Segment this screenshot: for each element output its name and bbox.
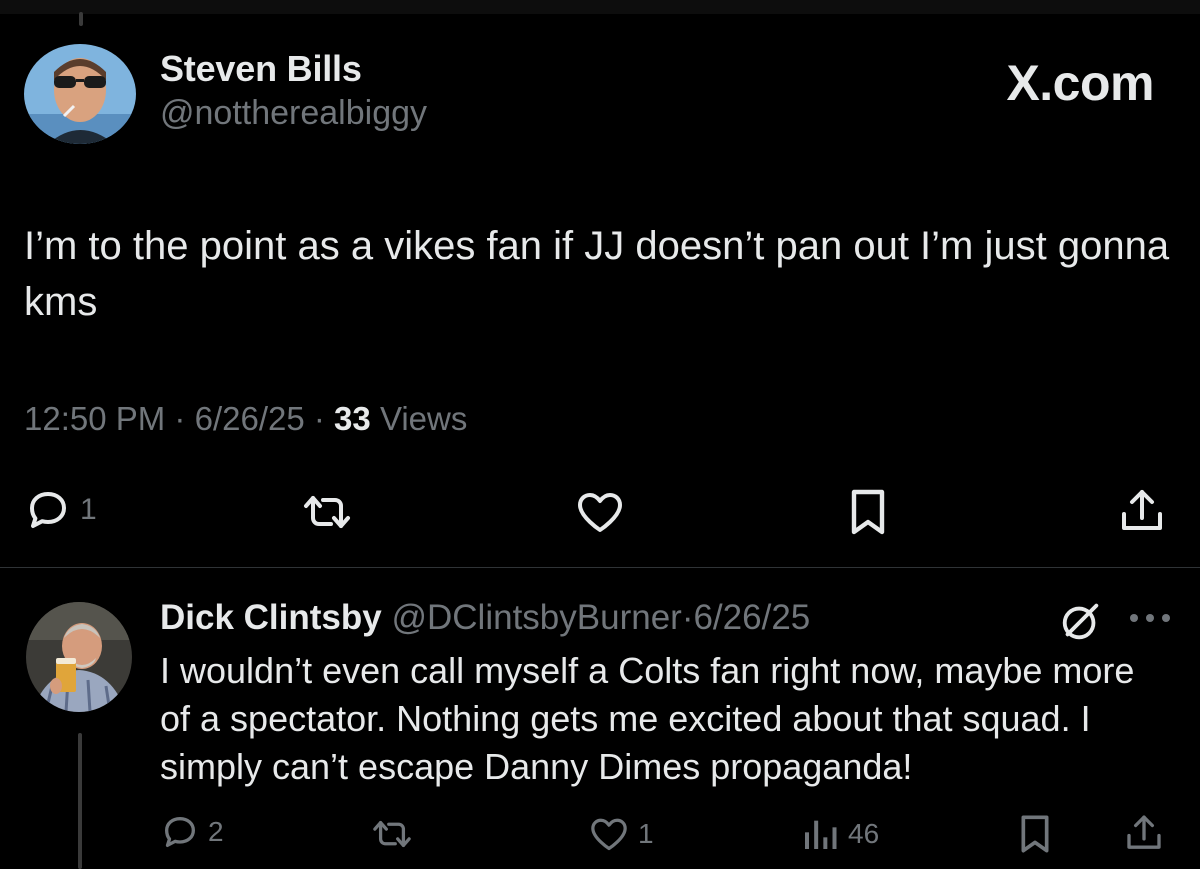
like-icon [588,814,630,854]
reply-icon [24,486,72,534]
reply-share-button[interactable] [1124,812,1164,854]
bookmark-button[interactable] [848,488,888,536]
post-meta: 12:50 PM · 6/26/25 · 33 Views [24,400,467,438]
views-icon [800,814,840,854]
divider [0,567,1200,568]
thread-line [78,733,82,869]
like-button[interactable] [574,488,626,536]
reply-author-handle[interactable]: @DClintsbyBurner [391,598,681,637]
views-count: 46 [848,818,880,849]
reply-text: I wouldn’t even call myself a Colts fan … [160,650,1135,787]
like-icon [574,488,626,536]
meta-separator: · [313,400,325,437]
post-time[interactable]: 12:50 PM [24,400,165,437]
reply-bookmark-button[interactable] [1018,814,1052,854]
repost-icon [370,814,414,854]
reply-reply-button[interactable]: 2 [160,812,224,852]
bookmark-icon [1018,814,1052,854]
reply-icon [160,812,200,852]
share-icon [1118,486,1166,536]
like-count: 1 [638,818,654,849]
post-date[interactable]: 6/26/25 [195,400,305,437]
repost-button[interactable] [300,488,354,536]
more-icon[interactable] [1128,611,1172,630]
repost-icon [300,488,354,536]
brand-logo: X.com [1006,55,1154,111]
meta-separator: · [681,598,694,637]
reply-repost-button[interactable] [370,814,414,854]
reply-like-button[interactable]: 1 [588,814,654,854]
reply-header: Dick Clintsby @DClintsbyBurner·6/26/25 [160,598,810,638]
share-icon [1124,812,1164,854]
share-button[interactable] [1118,486,1166,536]
post-text: I’m to the point as a vikes fan if JJ do… [24,224,1170,324]
top-bar [0,0,1200,14]
author-name[interactable]: Steven Bills [160,48,362,90]
author-handle[interactable]: @nottherealbiggy [160,94,427,133]
reply-button[interactable]: 1 [24,486,97,534]
views-label: Views [379,400,468,437]
reply-date[interactable]: 6/26/25 [693,598,810,637]
views-count: 33 [334,400,371,437]
reply-author-name[interactable]: Dick Clintsby [160,598,382,637]
grok-icon[interactable] [1058,598,1104,649]
thread-line-top [79,12,83,26]
reply-avatar[interactable] [26,602,132,712]
reply-views-button[interactable]: 46 [800,814,879,854]
meta-separator: · [174,400,186,437]
reply-count: 1 [80,493,97,526]
avatar[interactable] [24,44,136,144]
reply-count: 2 [208,816,224,847]
bookmark-icon [848,488,888,536]
